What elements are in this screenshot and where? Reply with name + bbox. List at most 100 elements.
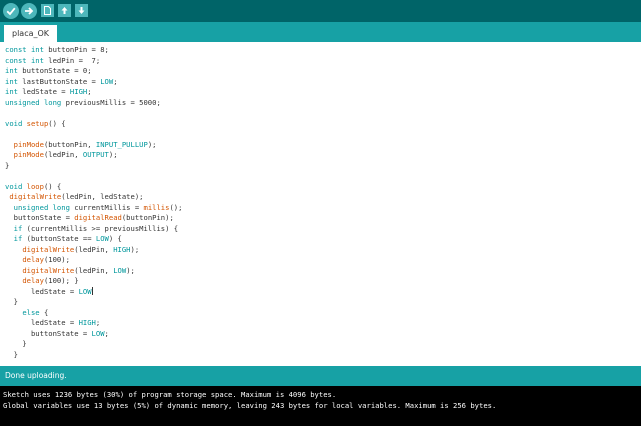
code-function: delay xyxy=(22,255,44,264)
code-line: void loop() { xyxy=(5,182,61,192)
code-function: loop xyxy=(26,181,44,191)
open-icon xyxy=(61,7,68,14)
open-button[interactable] xyxy=(58,4,71,17)
code-function: digitalWrite xyxy=(22,244,75,254)
code-line: if (currentMillis >= previousMillis) { xyxy=(5,224,178,234)
upload-button[interactable] xyxy=(21,3,37,19)
code-text: buttonState = xyxy=(5,213,75,222)
code-line: digitalWrite(ledPin, LOW); xyxy=(5,266,135,276)
code-text: ledState = xyxy=(5,318,79,327)
code-line: } xyxy=(5,297,18,307)
code-text: ; xyxy=(95,318,101,327)
code-keyword: const int xyxy=(5,55,44,65)
code-text: () { xyxy=(48,118,66,128)
code-text: ); xyxy=(130,244,140,254)
code-line: unsigned long previousMillis = 5000; xyxy=(5,98,161,108)
code-text: } xyxy=(5,160,10,170)
code-keyword: LOW xyxy=(100,76,114,86)
code-line: } xyxy=(5,350,18,360)
code-function: delay xyxy=(22,276,44,285)
text-cursor xyxy=(91,286,93,295)
code-keyword: INPUT_PULLUP xyxy=(95,139,148,149)
code-line: } xyxy=(5,161,9,171)
code-line: digitalWrite(ledPin, HIGH); xyxy=(5,245,139,255)
code-text: ); xyxy=(126,265,135,275)
verify-button[interactable] xyxy=(3,3,19,19)
code-keyword: LOW xyxy=(91,328,105,338)
code-function: pinMode xyxy=(13,139,44,149)
console-line: Global variables use 13 bytes (5%) of dy… xyxy=(3,401,497,410)
code-text: (ledPin, xyxy=(74,244,114,254)
code-text: (ledPin, xyxy=(43,150,83,159)
code-keyword: HIGH xyxy=(113,244,131,254)
code-text: ; xyxy=(104,328,109,338)
status-bar: Done uploading. xyxy=(0,366,641,386)
code-keyword: OUTPUT xyxy=(82,150,109,159)
code-keyword: LOW xyxy=(78,286,92,296)
code-function: digitalRead xyxy=(74,213,122,222)
code-text: currentMillis = xyxy=(69,202,144,212)
code-editor[interactable]: const int buttonPin = 8; const int ledPin… xyxy=(0,42,641,366)
new-sketch-icon xyxy=(44,6,51,15)
code-text: { xyxy=(39,307,49,317)
code-line: buttonState = LOW; xyxy=(5,329,109,339)
code-line: void setup() { xyxy=(5,119,66,129)
code-text: (ledPin, ledState); xyxy=(61,192,144,201)
code-text: previousMillis = 5000; xyxy=(61,97,161,107)
new-sketch-button[interactable] xyxy=(41,4,54,17)
code-text: (buttonPin); xyxy=(121,213,174,222)
code-text: (buttonState == xyxy=(22,234,96,243)
code-text: (buttonPin, xyxy=(43,139,96,149)
code-text: ; xyxy=(87,87,92,96)
verify-icon xyxy=(6,7,16,16)
code-keyword: LOW xyxy=(113,265,127,275)
code-keyword: else xyxy=(22,307,40,317)
code-line: else { xyxy=(5,308,48,318)
code-text: ledState = xyxy=(17,87,70,96)
code-line: ledState = HIGH; xyxy=(5,318,100,328)
code-keyword: unsigned long xyxy=(13,202,70,212)
code-line: const int ledPin = 7; xyxy=(5,56,100,66)
code-text: lastButtonState = xyxy=(17,76,101,86)
code-keyword: HIGH xyxy=(78,318,96,327)
code-line: delay(100); xyxy=(5,255,70,265)
save-button[interactable] xyxy=(75,4,88,17)
code-text: ); xyxy=(108,150,118,159)
code-keyword: int xyxy=(5,66,18,75)
code-line: delay(100); } xyxy=(5,276,79,286)
code-keyword: const int xyxy=(5,45,44,54)
code-text: } xyxy=(5,339,27,348)
code-function: pinMode xyxy=(13,150,44,159)
code-text: buttonPin = 8; xyxy=(43,45,109,54)
toolbar xyxy=(0,0,641,22)
code-text: (100); } xyxy=(43,276,79,285)
code-line: int buttonState = 0; xyxy=(5,66,92,76)
code-text: ); xyxy=(147,139,157,149)
code-keyword: if xyxy=(13,223,23,233)
code-keyword: unsigned long xyxy=(5,97,62,107)
code-line: int ledState = HIGH; xyxy=(5,87,92,97)
save-icon xyxy=(78,7,85,14)
code-line: buttonState = digitalRead(buttonPin); xyxy=(5,213,174,223)
code-text: buttonState = xyxy=(5,328,92,338)
code-text: () { xyxy=(43,181,62,191)
tab-strip: placa_OK xyxy=(0,22,641,42)
code-line: pinMode(ledPin, OUTPUT); xyxy=(5,150,118,160)
code-line: int lastButtonState = LOW; xyxy=(5,77,118,87)
code-text: (); xyxy=(169,202,183,212)
code-text: (currentMillis >= previousMillis) { xyxy=(22,223,179,233)
tab-sketch[interactable]: placa_OK xyxy=(4,25,58,42)
code-keyword: void xyxy=(5,181,23,191)
code-text: ) { xyxy=(108,234,122,243)
code-line: if (buttonState == LOW) { xyxy=(5,234,122,244)
code-keyword: int xyxy=(5,87,18,96)
code-keyword: int xyxy=(5,76,18,86)
